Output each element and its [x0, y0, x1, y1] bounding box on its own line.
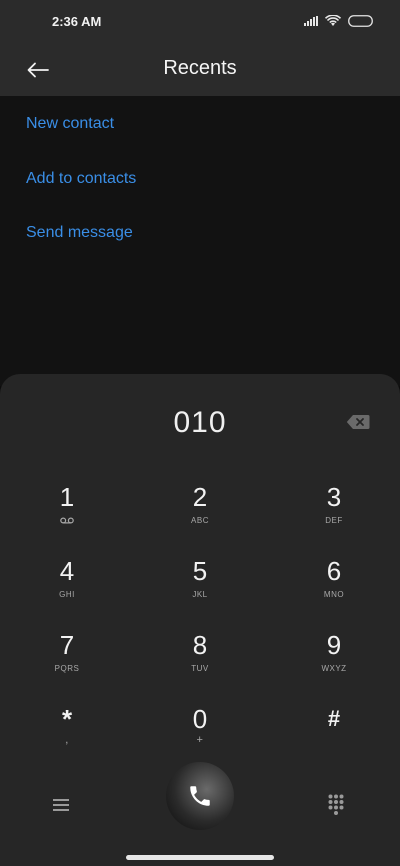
- wifi-icon: [325, 15, 341, 26]
- status-bar: 2:36 AM: [0, 0, 400, 44]
- key-digit: 2: [192, 482, 208, 512]
- phone-icon: [190, 786, 210, 806]
- actions-panel: New contact Add to contacts Send message: [0, 96, 400, 386]
- key-digit: 5: [192, 556, 208, 586]
- key-8[interactable]: 8 TUV: [150, 630, 250, 694]
- dialer-controls: [0, 762, 400, 852]
- new-contact-link[interactable]: New contact: [26, 115, 114, 133]
- key-2[interactable]: 2 ABC: [150, 482, 250, 546]
- key-letters: PQRS: [54, 664, 80, 673]
- key-letters: JKL: [192, 590, 208, 599]
- key-7[interactable]: 7 PQRS: [17, 630, 117, 694]
- key-0[interactable]: 0 +: [150, 704, 250, 768]
- key-letters: TUV: [191, 664, 209, 673]
- key-digit: #: [327, 706, 341, 731]
- menu-icon: [53, 799, 69, 811]
- key-letters: ,: [65, 734, 69, 746]
- key-letters: DEF: [325, 516, 343, 525]
- status-icons: [304, 15, 374, 27]
- key-letters: WXYZ: [321, 664, 347, 673]
- key-letters: GHI: [59, 590, 75, 599]
- voicemail-icon: [60, 517, 74, 524]
- key-digit: 9: [326, 630, 342, 660]
- key-letters: +: [196, 734, 204, 746]
- key-1[interactable]: 1: [17, 482, 117, 546]
- key-letters: ABC: [191, 516, 209, 525]
- battery-icon: [348, 15, 373, 27]
- key-4[interactable]: 4 GHI: [17, 556, 117, 620]
- key-digit: 0: [192, 704, 208, 734]
- menu-button[interactable]: [48, 794, 74, 816]
- key-digit: 1: [59, 482, 75, 512]
- page-title: Recents: [163, 57, 237, 79]
- key-6[interactable]: 6 MNO: [284, 556, 384, 620]
- key-9[interactable]: 9 WXYZ: [284, 630, 384, 694]
- key-5[interactable]: 5 JKL: [150, 556, 250, 620]
- key-digit: *: [61, 704, 73, 734]
- status-time: 2:36 AM: [52, 14, 102, 29]
- add-to-contacts-link[interactable]: Add to contacts: [26, 170, 136, 188]
- key-letters: MNO: [323, 590, 345, 599]
- app-bar: Recents: [0, 44, 400, 96]
- dialpad-icon: [328, 794, 344, 815]
- dialed-number: 010: [173, 406, 227, 439]
- key-hash[interactable]: #: [284, 704, 384, 768]
- key-digit: 8: [192, 630, 208, 660]
- key-star[interactable]: * ,: [17, 704, 117, 768]
- key-digit: 7: [59, 630, 75, 660]
- key-digit: 3: [326, 482, 342, 512]
- signal-icon: [304, 16, 318, 26]
- send-message-link[interactable]: Send message: [26, 224, 133, 242]
- key-digit: 4: [59, 556, 75, 586]
- home-indicator[interactable]: [126, 855, 274, 860]
- dialpad-toggle-button[interactable]: [328, 794, 348, 816]
- call-button[interactable]: [166, 762, 234, 830]
- key-digit: 6: [326, 556, 342, 586]
- backspace-icon[interactable]: [346, 414, 370, 430]
- key-3[interactable]: 3 DEF: [284, 482, 384, 546]
